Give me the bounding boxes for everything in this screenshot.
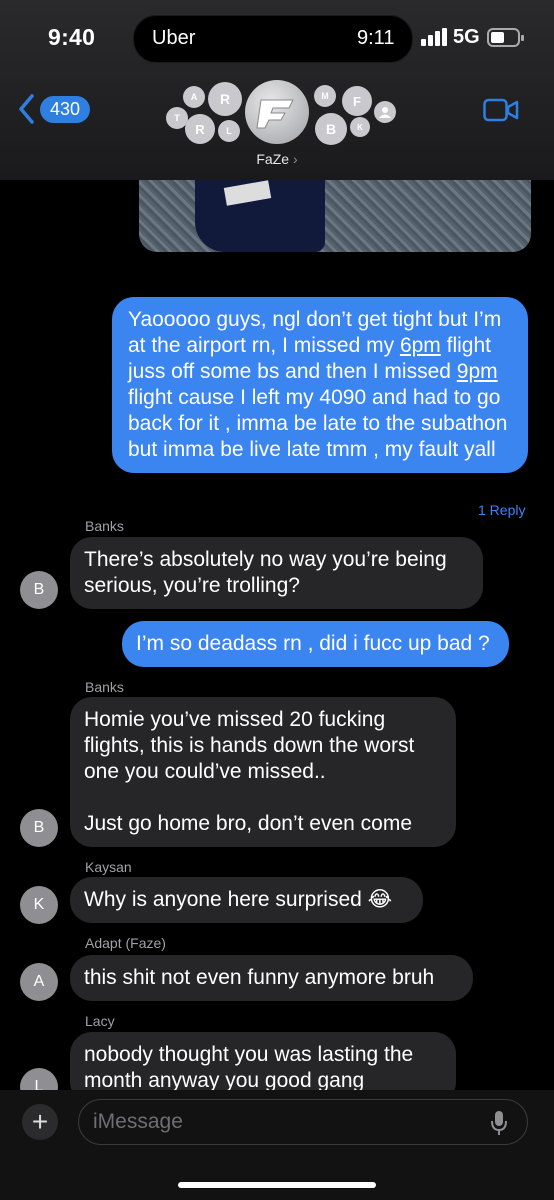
person-icon xyxy=(374,101,396,123)
member-avatar: B xyxy=(315,113,347,145)
message-text: nobody thought you was lasting the month… xyxy=(84,1043,414,1092)
time-link[interactable]: 9pm xyxy=(457,360,498,383)
avatar[interactable]: B xyxy=(20,809,58,847)
video-call-icon[interactable] xyxy=(483,98,519,122)
received-message[interactable]: Why is anyone here surprised 😂 xyxy=(70,877,423,923)
member-avatar: L xyxy=(218,120,240,142)
group-name-label: FaZe xyxy=(256,151,290,167)
message-text: Homie you’ve missed 20 fucking flights, … xyxy=(84,708,415,783)
plus-button[interactable]: + xyxy=(22,1104,58,1140)
sender-name: Kaysan xyxy=(85,859,132,875)
sent-message[interactable]: I’m so deadass rn , did i fucc up bad ? xyxy=(122,621,509,667)
member-avatar: R xyxy=(208,82,242,116)
chevron-right-icon: › xyxy=(292,151,298,167)
back-button[interactable]: 430 xyxy=(18,94,91,124)
island-time: 9:11 xyxy=(357,27,395,49)
message-text: Why is anyone here surprised 😂 xyxy=(84,888,393,911)
island-app-label: Uber xyxy=(152,27,196,49)
signal-bars-icon xyxy=(421,28,447,46)
member-avatar: M xyxy=(314,85,336,107)
received-message[interactable]: this shit not even funny anymore bruh xyxy=(70,955,473,1001)
status-time: 9:40 xyxy=(48,24,96,50)
sender-name: Banks xyxy=(85,679,124,695)
member-avatar: R xyxy=(185,114,215,144)
message-text: flight cause I left my 4090 and had to g… xyxy=(128,386,508,461)
network-type: 5G xyxy=(453,26,480,48)
message-text: I’m so deadass rn , did i fucc up bad ? xyxy=(136,632,490,655)
unread-count-badge: 430 xyxy=(40,95,91,123)
battery-icon xyxy=(487,28,524,47)
sender-name: Lacy xyxy=(85,1013,115,1029)
time-link[interactable]: 6pm xyxy=(400,334,441,357)
microphone-icon[interactable] xyxy=(490,1110,508,1136)
group-photo[interactable] xyxy=(245,80,309,144)
message-text: this shit not even funny anymore bruh xyxy=(84,966,435,989)
group-name[interactable]: FaZe › xyxy=(0,151,554,167)
sender-name: Banks xyxy=(85,518,124,534)
member-avatar: F xyxy=(342,86,372,116)
message-text: There’s absolutely no way you’re being s… xyxy=(84,548,447,597)
avatar[interactable]: A xyxy=(20,963,58,1001)
message-text: Just go home bro, don’t even come xyxy=(84,812,413,835)
faze-logo-icon xyxy=(256,99,294,129)
home-indicator[interactable] xyxy=(178,1182,376,1188)
message-input[interactable] xyxy=(78,1099,528,1145)
back-chevron-icon xyxy=(19,94,34,124)
member-avatar: K xyxy=(350,117,370,137)
sender-name: Adapt (Faze) xyxy=(85,935,166,951)
received-message[interactable]: Homie you’ve missed 20 fucking flights, … xyxy=(70,697,456,847)
avatar[interactable]: K xyxy=(20,886,58,924)
sent-message[interactable]: Yaooooo guys, ngl don’t get tight but I’… xyxy=(112,297,528,473)
received-message[interactable]: There’s absolutely no way you’re being s… xyxy=(70,537,483,609)
reply-count-link[interactable]: 1 Reply xyxy=(478,502,525,518)
avatar[interactable]: B xyxy=(20,571,58,609)
member-avatar: A xyxy=(183,86,205,108)
